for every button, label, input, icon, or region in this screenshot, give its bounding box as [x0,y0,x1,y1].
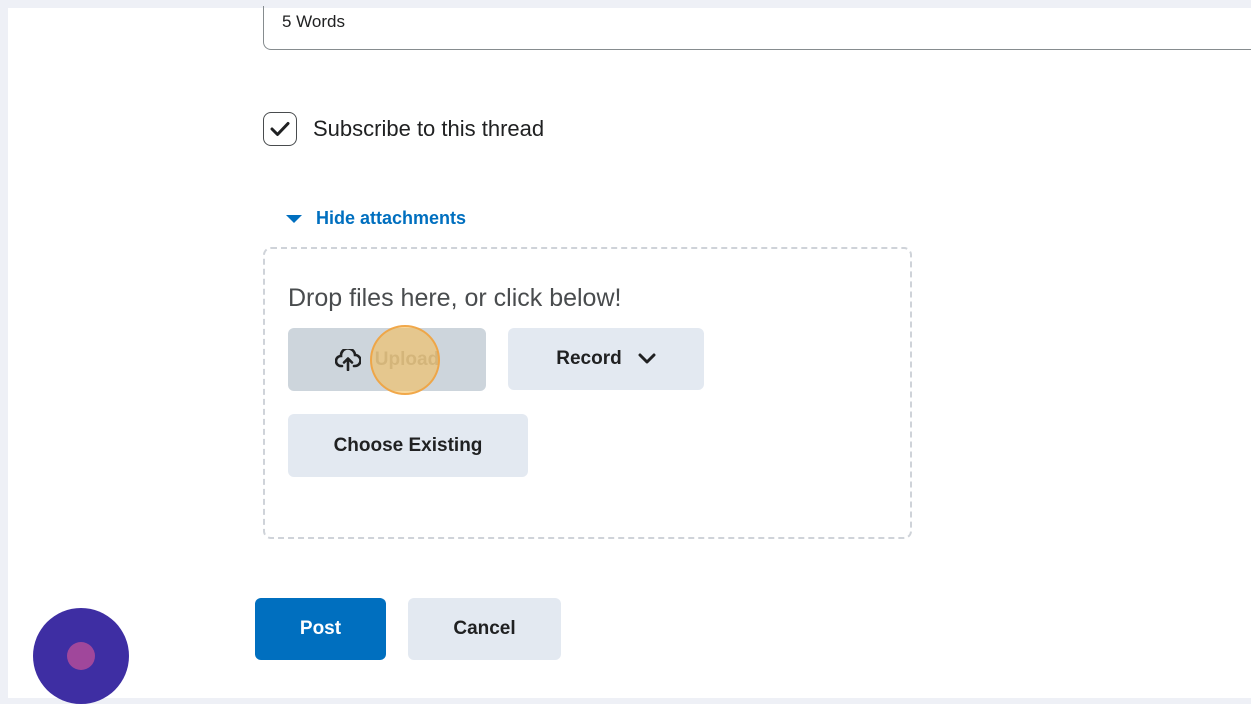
assistant-fab-button[interactable] [33,608,129,704]
hide-attachments-label[interactable]: Hide attachments [316,208,466,229]
caret-down-icon [286,214,302,223]
word-count: 5 Words [263,6,1251,50]
cancel-label: Cancel [453,618,516,639]
cancel-button[interactable]: Cancel [408,598,561,660]
page: 5 Words Subscribe to this thread Hide at… [8,6,1251,704]
dropzone-instructions: Drop files here, or click below! [288,284,622,312]
checkmark-icon [270,122,290,136]
subscribe-checkbox[interactable] [263,112,297,146]
post-label: Post [299,618,342,639]
hide-attachments-toggle[interactable]: Hide attachments [286,208,466,229]
choose-existing-button[interactable]: Choose Existing [288,414,528,477]
upload-button[interactable]: Upload [288,328,486,391]
cloud-upload-icon [334,348,361,371]
subscribe-checkbox-row[interactable]: Subscribe to this thread [263,112,544,146]
record-button[interactable]: Record [508,328,704,390]
record-label: Record [556,348,622,369]
word-count-text: 5 Words [282,12,345,31]
post-button[interactable]: Post [255,598,386,660]
upload-label: Upload [374,348,440,370]
subscribe-label[interactable]: Subscribe to this thread [313,116,544,142]
choose-existing-label: Choose Existing [333,434,483,456]
chevron-down-icon [638,353,656,365]
assistant-icon [67,642,95,670]
